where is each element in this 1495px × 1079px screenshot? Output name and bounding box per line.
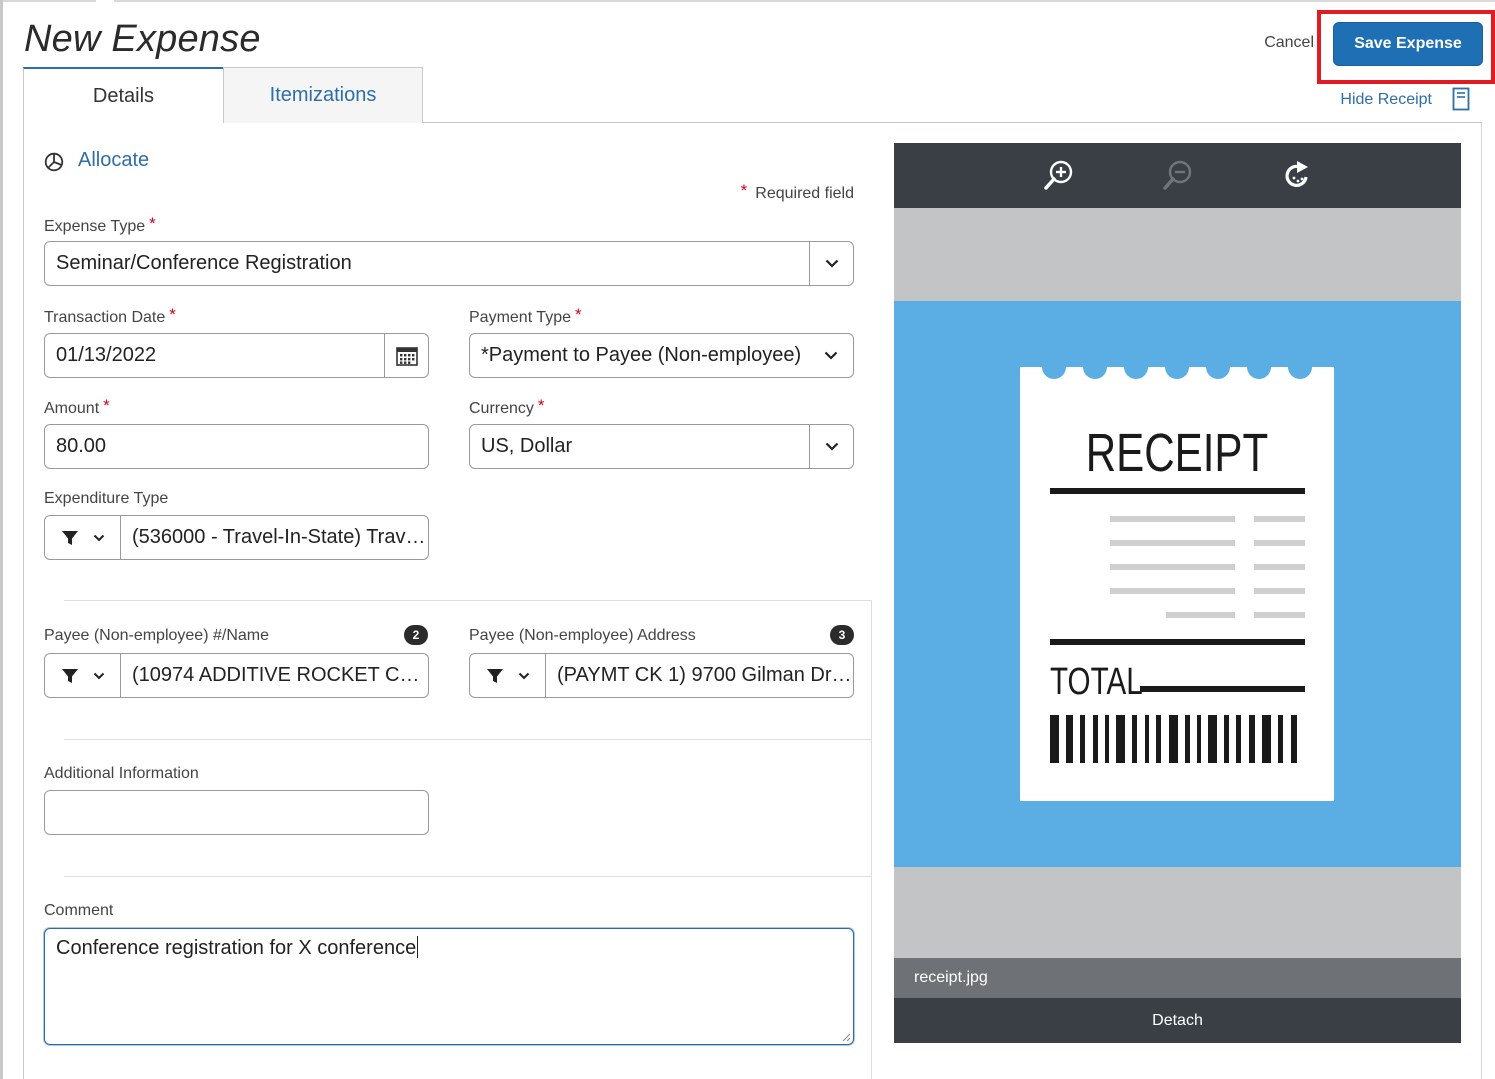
filter-icon	[486, 668, 503, 683]
rotate-icon[interactable]	[1280, 158, 1314, 192]
chevron-down-icon	[93, 672, 104, 679]
expense-type-label-text: Expense Type	[44, 218, 146, 235]
required-star: *	[537, 396, 545, 415]
expenditure-type-label: Expenditure Type	[44, 490, 169, 507]
receipt-image-margin-top	[894, 208, 1461, 301]
expense-type-select[interactable]: Seminar/Conference Registration	[44, 241, 854, 286]
chevron-down-icon	[825, 442, 838, 451]
allocate-link[interactable]: Allocate	[78, 149, 149, 172]
amount-label-text: Amount	[44, 400, 100, 417]
pie-chart-icon[interactable]	[44, 152, 64, 172]
transaction-date-label: Transaction Date *	[44, 305, 176, 327]
additional-info-input[interactable]	[44, 790, 429, 835]
amount-value: 80.00	[56, 435, 107, 457]
detach-button[interactable]: Detach	[894, 998, 1461, 1043]
save-expense-button[interactable]: Save Expense	[1333, 22, 1483, 66]
section-divider	[64, 600, 871, 601]
zoom-in-icon[interactable]	[1042, 158, 1076, 192]
amount-label: Amount *	[44, 396, 110, 418]
comment-value: Conference registration for X conference	[56, 937, 417, 959]
payee-address-badge: 3	[830, 625, 854, 645]
transaction-date-input[interactable]: 01/13/2022	[44, 333, 429, 378]
panel-border-right	[1481, 122, 1482, 1079]
additional-info-label: Additional Information	[44, 765, 199, 782]
required-note-text: Required field	[755, 185, 854, 202]
currency-label: Currency *	[469, 396, 545, 418]
top-border-notch	[96, 0, 114, 3]
tab-itemizations[interactable]: Itemizations	[223, 67, 423, 123]
payee-address-filter-button[interactable]	[470, 654, 546, 697]
receipt-total-label: TOTAL	[1050, 661, 1143, 703]
expense-type-label: Expense Type *	[44, 214, 156, 236]
resize-handle-icon[interactable]	[841, 1032, 851, 1042]
zoom-out-icon[interactable]	[1161, 158, 1195, 192]
expenditure-type-value: (536000 - Travel-In-State) Travel-In-Sta…	[132, 526, 428, 548]
currency-select[interactable]: US, Dollar	[469, 424, 854, 469]
payee-address-field[interactable]: (PAYMT CK 1) 9700 Gilman Drive	[469, 653, 854, 698]
tab-itemizations-label: Itemizations	[269, 84, 377, 106]
payment-type-label-text: Payment Type	[469, 309, 571, 326]
filter-icon	[61, 530, 78, 545]
calendar-icon	[395, 346, 418, 366]
hide-receipt-link[interactable]: Hide Receipt	[1320, 91, 1432, 109]
receipt-illustration: RECEIPT TOTAL	[1020, 355, 1334, 801]
payee-name-filter-button[interactable]	[45, 654, 121, 697]
text-cursor	[417, 936, 419, 958]
comment-label: Comment	[44, 902, 114, 919]
expenditure-filter-button[interactable]	[45, 516, 121, 559]
required-star: *	[169, 305, 176, 324]
payment-type-select[interactable]: *Payment to Payee (Non-employee)	[469, 333, 854, 378]
expense-type-dropdown-button[interactable]	[809, 242, 853, 285]
payee-address-label: Payee (Non-employee) Address	[469, 627, 696, 644]
calendar-button[interactable]	[384, 334, 428, 377]
tab-details-label: Details	[92, 84, 155, 107]
expense-type-value: Seminar/Conference Registration	[56, 252, 352, 274]
payee-name-value: (10974 ADDITIVE ROCKET CORPORATION)	[132, 664, 428, 686]
receipt-filename: receipt.jpg	[894, 958, 1461, 998]
tab-details[interactable]: Details	[23, 67, 223, 123]
required-star: *	[574, 305, 582, 324]
receipt-image-margin-bottom	[894, 867, 1461, 958]
chevron-down-icon	[825, 259, 838, 268]
payment-type-value: *Payment to Payee (Non-employee)	[481, 344, 802, 366]
transaction-date-value: 01/13/2022	[56, 344, 157, 366]
section-divider	[64, 739, 871, 740]
currency-dropdown-button[interactable]	[809, 425, 853, 468]
required-star: *	[149, 214, 156, 233]
panel-border-left	[23, 122, 24, 1079]
left-border	[0, 0, 3, 1079]
expenditure-type-field[interactable]: (536000 - Travel-In-State) Travel-In-Sta…	[44, 515, 429, 560]
currency-value: US, Dollar	[481, 435, 573, 457]
filter-icon	[61, 668, 78, 683]
required-field-note: * Required field	[700, 181, 854, 203]
page-title: New Expense	[24, 18, 261, 60]
currency-label-text: Currency	[469, 400, 534, 417]
payment-type-dropdown-button[interactable]	[809, 334, 853, 377]
chevron-down-icon	[824, 351, 838, 360]
panel-border-top	[423, 122, 1482, 123]
required-star: *	[740, 181, 748, 200]
receipt-icon[interactable]	[1452, 87, 1470, 111]
required-star: *	[103, 396, 110, 415]
top-border	[0, 0, 1495, 2]
chevron-down-icon	[93, 534, 104, 541]
payment-type-label: Payment Type *	[469, 305, 582, 327]
amount-input[interactable]: 80.00	[44, 424, 429, 469]
form-divider	[871, 600, 872, 1079]
payee-name-badge: 2	[404, 625, 428, 645]
section-divider	[64, 876, 871, 877]
chevron-down-icon	[518, 672, 529, 679]
receipt-image: RECEIPT TOTAL	[894, 301, 1461, 867]
receipt-heading: RECEIPT	[1086, 423, 1268, 483]
comment-textarea[interactable]: Conference registration for X conference	[44, 928, 854, 1045]
payee-address-value: (PAYMT CK 1) 9700 Gilman Drive	[557, 664, 853, 686]
transaction-date-label-text: Transaction Date	[44, 309, 166, 326]
payee-name-label: Payee (Non-employee) #/Name	[44, 627, 269, 644]
payee-name-field[interactable]: (10974 ADDITIVE ROCKET CORPORATION)	[44, 653, 429, 698]
